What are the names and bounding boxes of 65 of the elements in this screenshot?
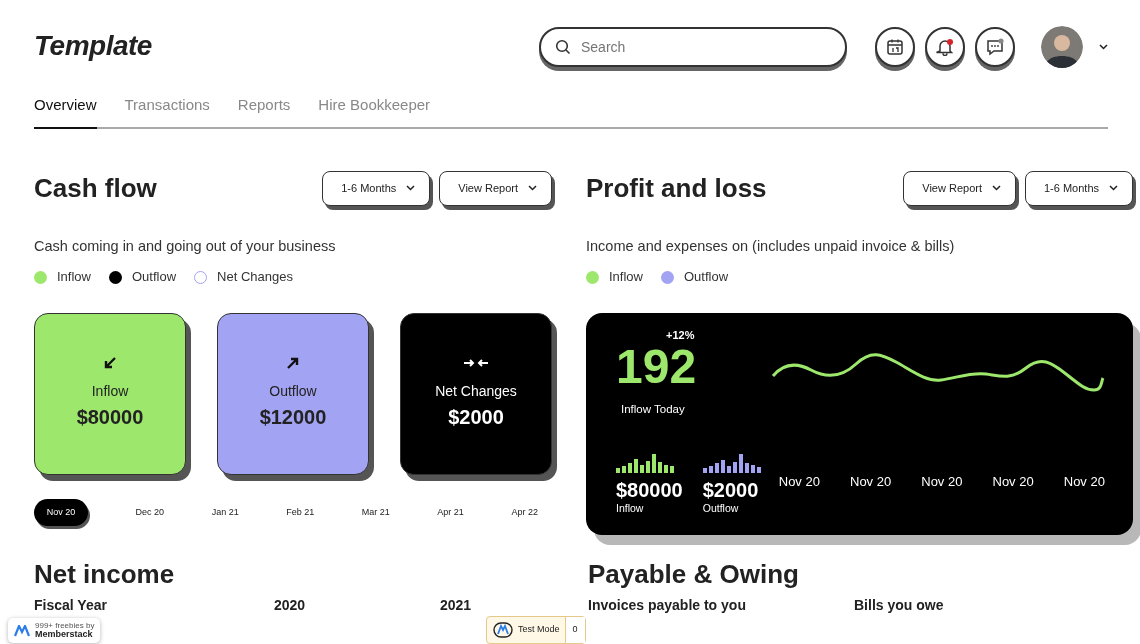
big-number: 192 (616, 343, 698, 392)
logo-icon (493, 622, 513, 638)
stat-label: Inflow (616, 501, 645, 516)
caret-icon (406, 185, 416, 191)
tab[interactable]: Overview (34, 94, 97, 129)
date-label: Nov 20 (1063, 473, 1105, 492)
caret-icon (1099, 44, 1108, 50)
date-label: Nov 20 (850, 473, 892, 492)
column-header: 2020 (274, 595, 307, 615)
legend-label: Inflow (57, 268, 91, 287)
timeline-month[interactable]: Nov 20 (34, 498, 88, 526)
tab[interactable]: Transactions (124, 94, 210, 129)
caret-icon (528, 185, 537, 191)
stat-value: $2000 (702, 479, 760, 501)
section-subtitle: Income and expenses on (includes unpaid invoice & bills) (586, 236, 956, 256)
card-label: Inflow (91, 382, 129, 402)
date-label: Nov 20 (992, 473, 1034, 492)
legend-label: Outflow (683, 268, 729, 287)
test-mode-label: Test Mode (518, 623, 560, 637)
card-value: $2000 (448, 405, 504, 431)
change-label: +12% (666, 327, 696, 343)
column-header: 2021 (440, 595, 472, 615)
tab[interactable]: Hire Bookkeeper (318, 94, 431, 129)
date-label: Nov 20 (921, 473, 963, 492)
legend-label: Inflow (609, 268, 643, 287)
card-label: Net Changes (435, 382, 517, 402)
notifications-button[interactable] (925, 27, 965, 67)
section-title: Net income (34, 560, 176, 587)
messages-button[interactable] (975, 27, 1015, 67)
legend-label: Net Changes (217, 268, 293, 287)
calendar-icon (886, 38, 904, 56)
search-field[interactable]: Search (539, 27, 847, 67)
test-mode-widget[interactable]: Test Mode 0 (486, 616, 586, 644)
stat-label: Outflow (702, 501, 740, 516)
timeline-month[interactable]: Jan 21 (211, 505, 239, 519)
section-title: Cash flow (34, 175, 157, 201)
badge-text: 999+ freebies by (35, 621, 95, 630)
column-header: Bills you owe (854, 595, 944, 615)
timeline-month[interactable]: Mar 21 (361, 505, 390, 519)
count-label: 0 (564, 617, 585, 643)
card-value: $80000 (76, 405, 144, 431)
section-title: Payable & Owing (588, 560, 800, 587)
timeline-month[interactable]: Dec 20 (135, 505, 165, 519)
section-title: Profit and loss (586, 175, 767, 201)
legend-label: Outflow (131, 268, 177, 287)
calendar-button[interactable] (875, 27, 915, 67)
timeline-month[interactable]: Apr 21 (437, 505, 464, 519)
card-label: Outflow (269, 382, 317, 402)
column-header: Invoices payable to you (588, 595, 747, 615)
tab[interactable]: Reports (237, 94, 291, 129)
date-label: Nov 20 (778, 473, 820, 492)
caret-icon (991, 185, 1001, 191)
logo-icon (14, 624, 30, 637)
big-number-label: Inflow Today (621, 402, 686, 418)
stat-value: $80000 (616, 479, 683, 501)
memberstack-badge[interactable]: 999+ freebies by Memberstack (8, 618, 101, 643)
timeline-month[interactable]: Apr 22 (511, 505, 538, 519)
section-subtitle: Cash coming in and going out of your business (34, 236, 337, 256)
avatar[interactable] (1041, 26, 1083, 68)
badge-title: Memberstack (35, 629, 93, 640)
column-header: Fiscal Year (34, 595, 108, 615)
logo[interactable]: Template (34, 25, 152, 67)
card-value: $12000 (259, 405, 327, 431)
caret-icon (1109, 185, 1118, 191)
timeline-month[interactable]: Feb 21 (286, 505, 315, 519)
